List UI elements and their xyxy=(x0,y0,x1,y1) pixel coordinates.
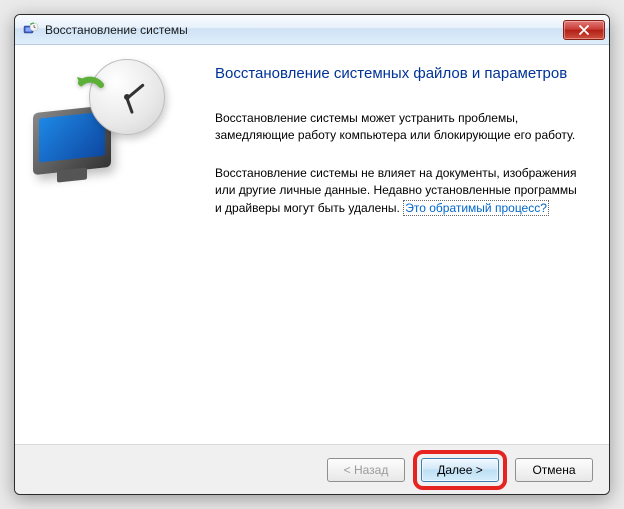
close-button[interactable] xyxy=(563,20,605,40)
content-area: Восстановление системных файлов и параме… xyxy=(15,45,609,444)
system-restore-illustration xyxy=(33,65,163,185)
system-restore-dialog: Восстановление системы Восстанов xyxy=(14,14,610,495)
back-button: < Назад xyxy=(327,458,405,482)
next-button[interactable]: Далее > xyxy=(421,458,499,482)
titlebar[interactable]: Восстановление системы xyxy=(15,15,609,45)
illustration-pane xyxy=(15,45,203,444)
reversible-process-link[interactable]: Это обратимый процесс? xyxy=(403,200,549,216)
description-para-1: Восстановление системы может устранить п… xyxy=(215,110,583,145)
wizard-footer: < Назад Далее > Отмена xyxy=(15,444,609,494)
system-restore-icon xyxy=(23,22,39,38)
page-heading: Восстановление системных файлов и параме… xyxy=(215,65,583,82)
highlight-annotation: Далее > xyxy=(413,450,507,490)
cancel-button[interactable]: Отмена xyxy=(515,458,593,482)
text-pane: Восстановление системных файлов и параме… xyxy=(203,45,609,444)
close-icon xyxy=(578,25,590,35)
window-title: Восстановление системы xyxy=(45,23,563,37)
description-para-2: Восстановление системы не влияет на доку… xyxy=(215,165,583,217)
